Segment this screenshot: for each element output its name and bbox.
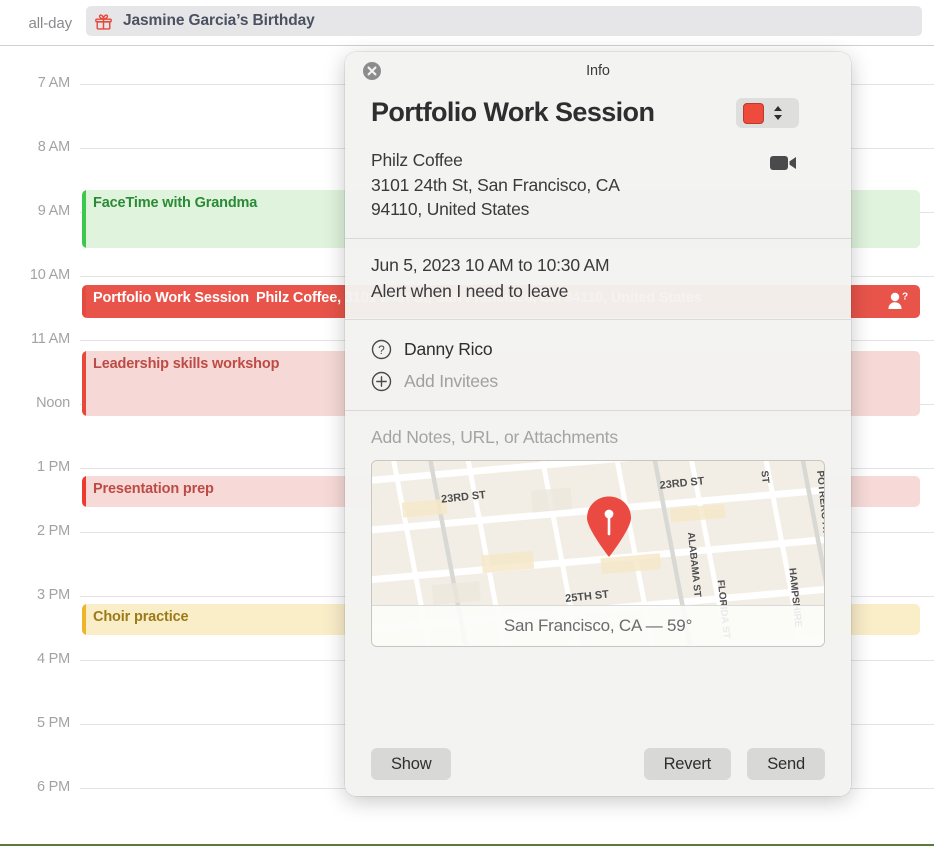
hour-label: 11 AM [30, 331, 70, 347]
hour-label: 6 PM [36, 779, 70, 795]
event-title: Leadership skills workshop [93, 356, 280, 372]
video-camera-icon[interactable] [769, 152, 799, 174]
all-day-event-title: Jasmine Garcia’s Birthday [123, 12, 315, 29]
hour-label: 8 AM [37, 139, 70, 155]
chevron-up-down-icon [774, 106, 782, 120]
calendar-color-picker[interactable] [736, 98, 799, 128]
add-invitees-label: Add Invitees [404, 370, 498, 391]
invitee-name: Danny Rico [404, 338, 493, 359]
invitees-section: ? Danny Rico Add Invitees [345, 320, 851, 410]
event-title: FaceTime with Grandma [93, 195, 258, 211]
calendar-window: all-day Jasmine Garcia’s Birthday 7 AM 8 … [0, 0, 934, 850]
event-alert[interactable]: Alert when I need to leave [371, 279, 825, 305]
invitee-row[interactable]: ? Danny Rico [371, 333, 825, 365]
hour-label: 3 PM [36, 587, 70, 603]
hour-label: Noon [36, 395, 70, 411]
person-question-icon: ? [888, 292, 908, 309]
add-invitees-row[interactable]: Add Invitees [371, 365, 825, 397]
popover-titlebar: Info [345, 52, 851, 90]
location-block: Philz Coffee 3101 24th St, San Francisco… [371, 148, 825, 239]
popover-header-section: Portfolio Work Session Philz Coffee 3101… [345, 90, 851, 238]
popover-button-row: Show Revert Send [345, 748, 851, 780]
event-info-popover: Info Portfolio Work Session Philz Coffee… [345, 52, 851, 796]
map-pin-icon [587, 496, 631, 558]
hour-label: 7 AM [37, 75, 70, 91]
location-map[interactable]: 23RD ST23RD ST25TH STALABAMA STFLORIDA S… [371, 460, 825, 648]
event-color-bar [82, 351, 86, 416]
location-address-line-2[interactable]: 94110, United States [371, 197, 825, 222]
when-section: Jun 5, 2023 10 AM to 10:30 AM Alert when… [345, 239, 851, 319]
notes-placeholder: Add Notes, URL, or Attachments [371, 427, 618, 448]
close-icon[interactable] [362, 61, 382, 81]
hour-label: 4 PM [36, 651, 70, 667]
location-name[interactable]: Philz Coffee [371, 148, 825, 173]
all-day-row: all-day Jasmine Garcia’s Birthday [0, 0, 934, 46]
hour-label: 2 PM [36, 523, 70, 539]
event-title: Presentation prep [93, 481, 214, 497]
plus-circle-icon [371, 371, 392, 392]
hour-row[interactable]: 6 PM [0, 779, 934, 846]
notes-section[interactable]: Add Notes, URL, or Attachments [345, 411, 851, 460]
hour-label: 9 AM [37, 203, 70, 219]
location-address-line-1[interactable]: 3101 24th St, San Francisco, CA [371, 173, 825, 198]
window-bottom-edge [0, 844, 934, 846]
all-day-label: all-day [28, 15, 73, 32]
show-button[interactable]: Show [371, 748, 452, 780]
hour-label: 5 PM [36, 715, 70, 731]
event-color-bar [82, 190, 86, 248]
svg-text:?: ? [902, 292, 908, 303]
gift-icon [95, 13, 112, 30]
event-color-bar [82, 476, 86, 507]
send-button[interactable]: Send [747, 748, 825, 780]
event-datetime[interactable]: Jun 5, 2023 10 AM to 10:30 AM [371, 253, 825, 279]
event-title: Choir practice [93, 609, 189, 625]
hour-label: 10 AM [29, 267, 70, 283]
title-row: Portfolio Work Session [371, 90, 825, 148]
map-footer: San Francisco, CA — 59° [372, 605, 824, 647]
map-footer-text: San Francisco, CA — 59° [503, 616, 693, 636]
event-color-bar [82, 285, 86, 318]
event-title: Portfolio Work Session [93, 290, 249, 306]
color-swatch [743, 102, 764, 124]
svg-text:?: ? [378, 343, 385, 357]
popover-title: Info [586, 63, 610, 79]
hour-label: 1 PM [36, 459, 70, 475]
map-street-label: ST [758, 470, 770, 484]
event-color-bar [82, 604, 86, 635]
revert-button[interactable]: Revert [643, 748, 731, 780]
question-circle-icon: ? [371, 339, 392, 360]
all-day-event-jasmine-garcias-birthday[interactable]: Jasmine Garcia’s Birthday [86, 6, 922, 36]
